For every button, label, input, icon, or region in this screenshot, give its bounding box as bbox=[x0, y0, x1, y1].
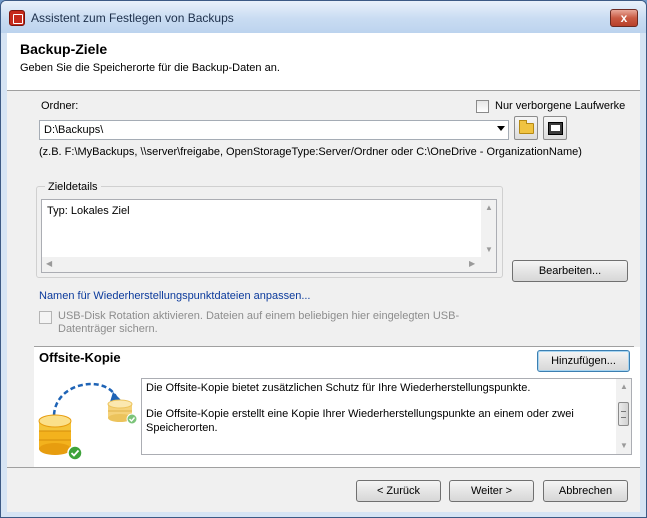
window-title: Assistent zum Festlegen von Backups bbox=[31, 11, 234, 25]
folder-combobox[interactable]: D:\Backups\ bbox=[39, 120, 509, 140]
scroll-down-icon[interactable]: ▼ bbox=[620, 442, 628, 450]
target-details-title: Zieldetails bbox=[45, 181, 101, 193]
offsite-scrollbar[interactable]: ▲ ▼ bbox=[616, 379, 631, 454]
target-details-text: Typ: Lokales Ziel bbox=[47, 205, 130, 217]
hidden-drives-checkbox[interactable] bbox=[476, 100, 489, 113]
usb-rotation-checkbox[interactable] bbox=[39, 311, 52, 324]
dialog-window: Assistent zum Festlegen von Backups x Ba… bbox=[0, 0, 647, 518]
chevron-down-icon[interactable] bbox=[497, 126, 505, 131]
cancel-button[interactable]: Abbrechen bbox=[543, 480, 628, 502]
checkmark-icon bbox=[67, 445, 83, 461]
copy-arrow-icon bbox=[52, 382, 118, 416]
database-icon bbox=[38, 414, 72, 455]
add-offsite-button[interactable]: Hinzufügen... bbox=[537, 350, 630, 372]
vertical-scrollbar[interactable]: ▲ ▼ bbox=[481, 200, 496, 257]
edit-button[interactable]: Bearbeiten... bbox=[512, 260, 628, 282]
offsite-title: Offsite-Kopie bbox=[39, 350, 121, 365]
hidden-drives-label: Nur verborgene Laufwerke bbox=[495, 100, 626, 112]
target-details-textbox[interactable]: Typ: Lokales Ziel ▲ ▼ ◀ ▶ bbox=[41, 199, 497, 273]
browse-network-button[interactable] bbox=[543, 116, 567, 140]
scroll-up-icon[interactable]: ▲ bbox=[485, 204, 493, 212]
footer-divider bbox=[7, 467, 640, 468]
page-subtitle: Geben Sie die Speicherorte für die Backu… bbox=[20, 62, 280, 74]
section-divider bbox=[34, 346, 634, 347]
offsite-description[interactable]: Die Offsite-Kopie bietet zusätzlichen Sc… bbox=[141, 378, 632, 455]
app-icon bbox=[9, 10, 25, 26]
wizard-header: Backup-Ziele Geben Sie die Speicherorte … bbox=[7, 33, 640, 91]
scrollbar-corner bbox=[481, 257, 496, 272]
dialog-client-area: Backup-Ziele Geben Sie die Speicherorte … bbox=[7, 33, 640, 512]
close-button[interactable]: x bbox=[610, 9, 638, 27]
offsite-paragraph-1: Die Offsite-Kopie bietet zusätzlichen Sc… bbox=[146, 382, 531, 394]
folder-icon bbox=[519, 120, 534, 134]
scroll-thumb[interactable] bbox=[618, 402, 629, 426]
next-button[interactable]: Weiter > bbox=[449, 480, 534, 502]
network-folder-icon bbox=[548, 122, 563, 135]
scroll-left-icon[interactable]: ◀ bbox=[46, 260, 52, 268]
offsite-paragraph-2: Die Offsite-Kopie erstellt eine Kopie Ih… bbox=[146, 408, 574, 434]
horizontal-scrollbar[interactable]: ◀ ▶ bbox=[42, 257, 481, 272]
browse-folder-button[interactable] bbox=[514, 116, 538, 140]
offsite-illustration bbox=[38, 382, 138, 461]
back-button[interactable]: < Zurück bbox=[356, 480, 441, 502]
folder-hint: (z.B. F:\MyBackups, \\server\freigabe, O… bbox=[39, 146, 582, 158]
folder-combobox-value: D:\Backups\ bbox=[44, 124, 104, 136]
usb-rotation-label: USB-Disk Rotation aktivieren. Dateien au… bbox=[58, 310, 460, 335]
rename-restore-points-link[interactable]: Namen für Wiederherstellungspunktdateien… bbox=[39, 290, 311, 302]
checkmark-small-icon bbox=[126, 413, 138, 425]
close-icon: x bbox=[620, 11, 628, 25]
scroll-down-icon[interactable]: ▼ bbox=[485, 246, 493, 254]
scroll-up-icon[interactable]: ▲ bbox=[620, 383, 628, 391]
title-bar[interactable]: Assistent zum Festlegen von Backups x bbox=[1, 1, 646, 33]
scroll-right-icon[interactable]: ▶ bbox=[469, 260, 475, 268]
folder-label: Ordner: bbox=[41, 100, 79, 112]
page-title: Backup-Ziele bbox=[20, 41, 108, 57]
